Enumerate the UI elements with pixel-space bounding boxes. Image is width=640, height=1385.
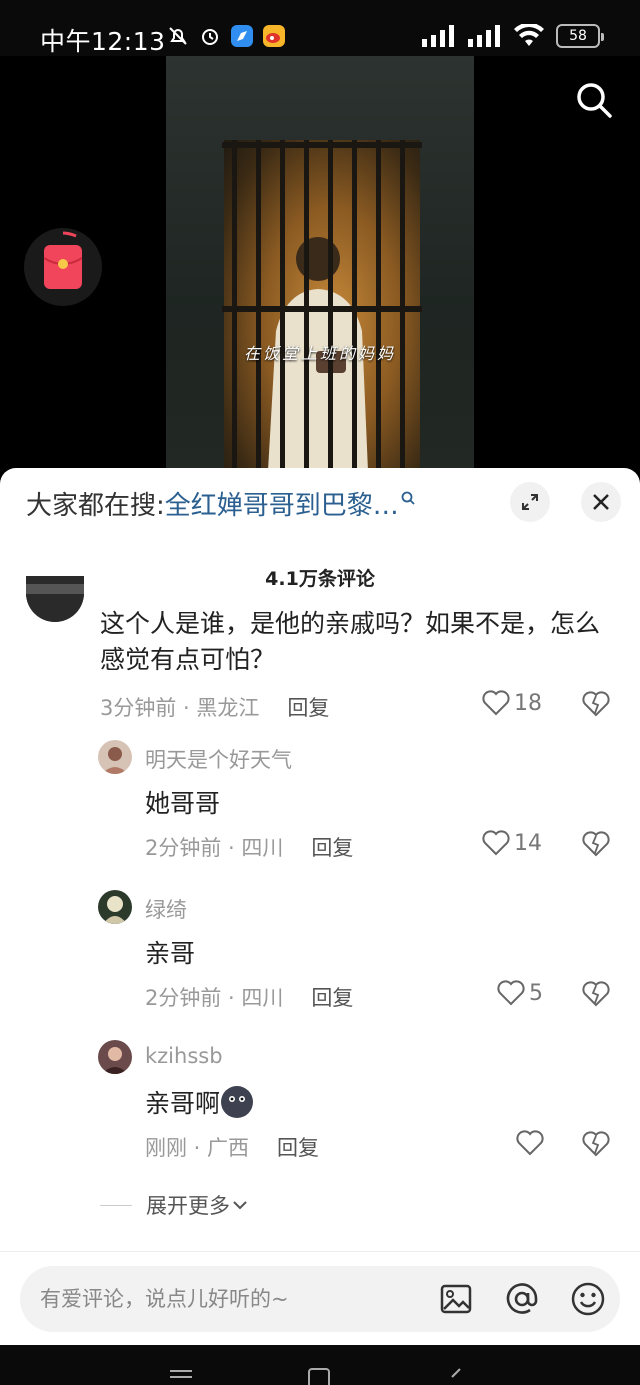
expand-divider xyxy=(100,1204,132,1206)
avatar[interactable] xyxy=(26,576,84,622)
avatar[interactable] xyxy=(98,890,132,924)
status-time: 中午12:13 xyxy=(40,27,166,56)
comment-sheet: 大家都在搜: 全红婵哥哥到巴黎… 4.1万条评论 这个人是谁，是他的亲戚吗？如果… xyxy=(0,468,640,1385)
reply-text: 她哥哥 xyxy=(145,789,221,818)
home-nav-icon[interactable] xyxy=(306,1367,332,1385)
red-packet-button[interactable] xyxy=(24,228,102,306)
emoji-sticker-icon xyxy=(221,1086,254,1118)
hot-search-term: 全红婵哥哥到巴黎… xyxy=(164,490,399,521)
like-count: 5 xyxy=(529,980,543,1006)
expand-sheet-button[interactable] xyxy=(510,482,550,522)
like-button[interactable]: 18 xyxy=(482,690,542,716)
heart-icon xyxy=(482,690,510,716)
window-bar xyxy=(352,140,357,470)
battery-indicator: 58 xyxy=(556,24,604,48)
reply-username[interactable]: 明天是个好天气 xyxy=(145,744,292,774)
wifi-icon xyxy=(514,24,544,46)
broken-heart-icon xyxy=(582,1131,610,1157)
emoji-icon[interactable] xyxy=(570,1281,606,1317)
heart-icon xyxy=(497,980,525,1006)
reply-meta: 2分钟前 · 四川 回复 xyxy=(145,832,353,862)
video-subtitle: 在饭堂上班的妈妈 xyxy=(243,344,396,363)
avatar[interactable] xyxy=(98,1040,132,1074)
browser-app-icon xyxy=(230,24,254,48)
window-bar xyxy=(304,140,309,470)
video-player[interactable]: 在饭堂上班的妈妈 xyxy=(0,56,640,476)
comment-input[interactable] xyxy=(40,1280,430,1318)
reply-time-location: 2分钟前 · 四川 xyxy=(145,836,284,860)
reply-button[interactable]: 回复 xyxy=(311,832,353,862)
search-icon xyxy=(401,491,415,505)
comment-input-bar xyxy=(20,1266,620,1332)
like-button[interactable] xyxy=(516,1130,548,1156)
reply-button[interactable]: 回复 xyxy=(277,1132,319,1162)
input-divider xyxy=(0,1251,640,1252)
reply-text: 亲哥啊 xyxy=(145,1089,221,1118)
search-button[interactable] xyxy=(574,80,614,120)
window-bar xyxy=(222,306,422,312)
reply-button[interactable]: 回复 xyxy=(287,692,329,722)
menu-nav-icon[interactable] xyxy=(168,1367,194,1385)
close-button[interactable] xyxy=(581,482,621,522)
close-icon xyxy=(593,494,609,510)
back-nav-icon[interactable] xyxy=(446,1367,466,1385)
alarm-icon xyxy=(198,24,222,48)
bell-muted-icon xyxy=(166,24,190,48)
dislike-button[interactable] xyxy=(582,981,610,1009)
broken-heart-icon xyxy=(582,831,610,857)
expand-more-button[interactable]: 展开更多 xyxy=(100,1190,250,1220)
reply-time-location: 2分钟前 · 四川 xyxy=(145,986,284,1010)
avatar[interactable] xyxy=(98,740,132,774)
search-icon xyxy=(577,83,612,118)
status-system-icons: 58 xyxy=(422,24,604,48)
heart-icon xyxy=(516,1130,544,1156)
like-count: 18 xyxy=(514,690,542,716)
chevron-down-icon xyxy=(233,1201,247,1210)
image-icon[interactable] xyxy=(438,1281,474,1317)
expand-more-label: 展开更多 xyxy=(146,1194,230,1218)
dislike-button[interactable] xyxy=(582,1131,610,1159)
reply-meta: 2分钟前 · 四川 回复 xyxy=(145,982,353,1012)
reply-text: 亲哥 xyxy=(145,939,196,968)
hot-search-link[interactable]: 大家都在搜: 全红婵哥哥到巴黎… xyxy=(26,486,415,521)
weibo-app-icon xyxy=(262,24,286,48)
status-notification-icons xyxy=(166,24,286,48)
broken-heart-icon xyxy=(582,691,610,717)
window-bar xyxy=(400,140,405,470)
reply-button[interactable]: 回复 xyxy=(311,982,353,1012)
window-bar xyxy=(256,140,261,470)
signal-icon-2 xyxy=(468,25,500,47)
heart-icon xyxy=(482,830,510,856)
window-bar xyxy=(232,140,237,470)
like-button[interactable]: 14 xyxy=(482,830,542,856)
like-button[interactable]: 5 xyxy=(497,980,543,1006)
at-mention-icon[interactable] xyxy=(504,1281,540,1317)
window-bar xyxy=(328,140,333,470)
window-bar xyxy=(222,142,422,148)
window-bar xyxy=(280,140,285,470)
comment-count: 4.1万条评论 xyxy=(265,568,375,590)
reply-text-row: 亲哥啊 xyxy=(145,1084,254,1120)
reply-username[interactable]: kzihssb xyxy=(145,1044,223,1068)
system-nav-bar xyxy=(0,1345,640,1385)
expand-icon xyxy=(522,494,538,510)
broken-heart-icon xyxy=(582,981,610,1007)
comment-meta: 3分钟前 · 黑龙江 回复 xyxy=(100,692,329,722)
reply-username[interactable]: 绿绮 xyxy=(145,894,187,924)
signal-icon xyxy=(422,25,454,47)
comment-time-location: 3分钟前 · 黑龙江 xyxy=(100,696,260,720)
red-packet-icon xyxy=(43,231,83,289)
dislike-button[interactable] xyxy=(582,691,610,719)
like-count: 14 xyxy=(514,830,542,856)
hot-search-label: 大家都在搜: xyxy=(26,490,165,521)
dislike-button[interactable] xyxy=(582,831,610,859)
window-bar xyxy=(376,140,381,470)
comment-text: 这个人是谁，是他的亲戚吗？如果不是，怎么感觉有点可怕？ xyxy=(100,609,601,674)
video-frame xyxy=(166,56,474,476)
reply-meta: 刚刚 · 广西 回复 xyxy=(145,1132,319,1162)
reply-time-location: 刚刚 · 广西 xyxy=(145,1136,250,1160)
